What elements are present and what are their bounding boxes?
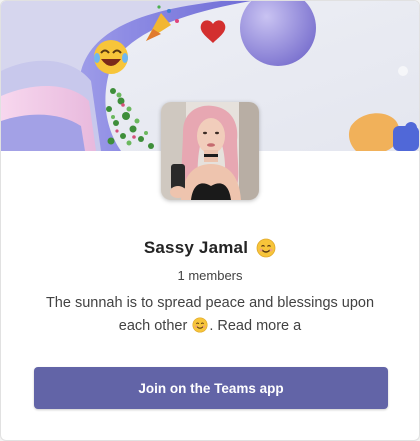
member-count: 1 members	[177, 268, 243, 283]
title-row: Sassy Jamal	[1, 233, 419, 263]
community-avatar	[161, 102, 259, 200]
community-description: The sunnah is to spread peace and blessi…	[41, 292, 379, 338]
community-name: Sassy Jamal	[143, 238, 249, 257]
read-more-text[interactable]: . Read more a	[209, 318, 301, 334]
smiling-face-icon	[192, 317, 208, 333]
join-teams-app-button[interactable]: Join on the Teams app	[34, 367, 388, 409]
community-card: Sassy Jamal 1 members The sunnah is to s…	[0, 0, 420, 441]
smiling-face-icon	[256, 238, 276, 258]
